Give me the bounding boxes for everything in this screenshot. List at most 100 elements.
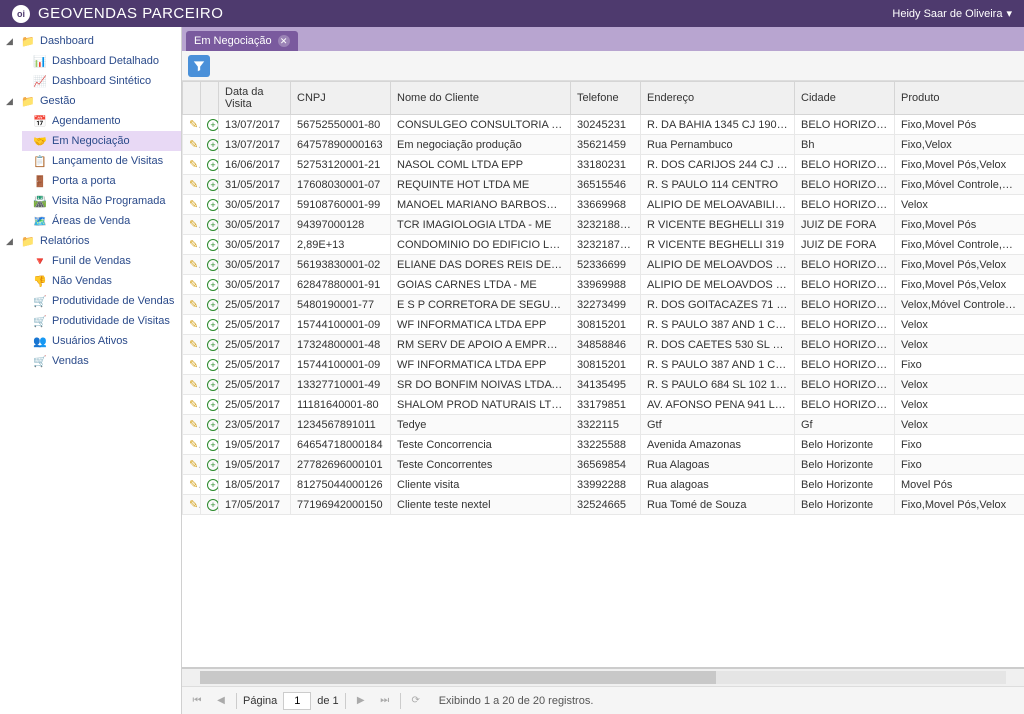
add-icon[interactable]: +	[207, 119, 219, 131]
add-icon[interactable]: +	[207, 319, 219, 331]
collapse-icon[interactable]: ◢	[6, 96, 16, 107]
add-icon[interactable]: +	[207, 439, 219, 451]
sidebar-item-vendas[interactable]: 🛒 Vendas	[22, 351, 181, 371]
add-icon[interactable]: +	[207, 219, 219, 231]
sidebar-item-visita-nao[interactable]: 🛣️ Visita Não Programada	[22, 191, 181, 211]
col-endereco[interactable]: Endereço	[641, 82, 795, 115]
table-row[interactable]: ✎+19/05/201764654718000184Teste Concorre…	[183, 435, 1024, 455]
edit-icon[interactable]: ✎	[189, 119, 201, 131]
edit-icon[interactable]: ✎	[189, 499, 201, 511]
sidebar-item-dashboard-detalhado[interactable]: 📊 Dashboard Detalhado	[22, 51, 181, 71]
add-icon[interactable]: +	[207, 399, 219, 411]
col-produto[interactable]: Produto	[895, 82, 1024, 115]
sidebar-item-prod-vendas[interactable]: 🛒 Produtividade de Vendas	[22, 291, 181, 311]
edit-icon[interactable]: ✎	[189, 379, 201, 391]
table-row[interactable]: ✎+17/05/201777196942000150Cliente teste …	[183, 495, 1024, 515]
edit-icon[interactable]: ✎	[189, 279, 201, 291]
last-page-button[interactable]: ⏭	[376, 692, 394, 710]
sidebar-item-funil[interactable]: 🔻 Funil de Vendas	[22, 251, 181, 271]
edit-icon[interactable]: ✎	[189, 399, 201, 411]
table-row[interactable]: ✎+25/05/201715744100001-09WF INFORMATICA…	[183, 315, 1024, 335]
edit-icon[interactable]: ✎	[189, 439, 201, 451]
edit-icon[interactable]: ✎	[189, 179, 201, 191]
col-telefone[interactable]: Telefone	[571, 82, 641, 115]
sidebar-item-dashboard[interactable]: ◢ 📁 Dashboard	[0, 31, 181, 51]
add-icon[interactable]: +	[207, 299, 219, 311]
sidebar-item-nao-vendas[interactable]: 👎 Não Vendas	[22, 271, 181, 291]
add-icon[interactable]: +	[207, 179, 219, 191]
add-icon[interactable]: +	[207, 479, 219, 491]
add-icon[interactable]: +	[207, 359, 219, 371]
sidebar-item-em-negociacao[interactable]: 🤝 Em Negociação	[22, 131, 181, 151]
table-row[interactable]: ✎+13/07/201764757890000163Em negociação …	[183, 135, 1024, 155]
filter-button[interactable]	[188, 55, 210, 77]
add-icon[interactable]: +	[207, 419, 219, 431]
table-row[interactable]: ✎+25/05/201715744100001-09WF INFORMATICA…	[183, 355, 1024, 375]
add-icon[interactable]: +	[207, 259, 219, 271]
refresh-button[interactable]: ⟳	[407, 692, 425, 710]
edit-icon[interactable]: ✎	[189, 259, 201, 271]
prev-page-button[interactable]: ◀	[212, 692, 230, 710]
col-nome[interactable]: Nome do Cliente	[391, 82, 571, 115]
add-icon[interactable]: +	[207, 159, 219, 171]
edit-icon[interactable]: ✎	[189, 139, 201, 151]
table-row[interactable]: ✎+16/06/201752753120001-21NASOL COML LTD…	[183, 155, 1024, 175]
sidebar-item-lancamento[interactable]: 📋 Lançamento de Visitas	[22, 151, 181, 171]
edit-icon[interactable]: ✎	[189, 239, 201, 251]
edit-icon[interactable]: ✎	[189, 479, 201, 491]
sidebar-item-usuarios[interactable]: 👥 Usuários Ativos	[22, 331, 181, 351]
add-icon[interactable]: +	[207, 239, 219, 251]
add-icon[interactable]: +	[207, 499, 219, 511]
edit-icon[interactable]: ✎	[189, 299, 201, 311]
table-row[interactable]: ✎+31/05/201717608030001-07REQUINTE HOT L…	[183, 175, 1024, 195]
col-data-visita[interactable]: Data da Visita	[219, 82, 291, 115]
edit-icon[interactable]: ✎	[189, 459, 201, 471]
first-page-button[interactable]: ⏮	[188, 692, 206, 710]
table-row[interactable]: ✎+30/05/201762847880001-91GOIAS CARNES L…	[183, 275, 1024, 295]
edit-icon[interactable]: ✎	[189, 339, 201, 351]
next-page-button[interactable]: ▶	[352, 692, 370, 710]
add-icon[interactable]: +	[207, 339, 219, 351]
page-input[interactable]	[283, 692, 311, 710]
add-icon[interactable]: +	[207, 459, 219, 471]
table-row[interactable]: ✎+25/05/20175480190001-77E S P CORRETORA…	[183, 295, 1024, 315]
table-row[interactable]: ✎+23/05/20171234567891011Tedye3322115Gtf…	[183, 415, 1024, 435]
edit-icon[interactable]: ✎	[189, 419, 201, 431]
close-icon[interactable]: ✕	[278, 35, 290, 47]
table-row[interactable]: ✎+18/05/201781275044000126Cliente visita…	[183, 475, 1024, 495]
sidebar-item-areas[interactable]: 🗺️ Áreas de Venda	[22, 211, 181, 231]
edit-icon[interactable]: ✎	[189, 359, 201, 371]
table-row[interactable]: ✎+30/05/20172,89E+13CONDOMINIO DO EDIFIC…	[183, 235, 1024, 255]
col-cidade[interactable]: Cidade	[795, 82, 895, 115]
add-icon[interactable]: +	[207, 279, 219, 291]
sidebar-item-porta[interactable]: 🚪 Porta a porta	[22, 171, 181, 191]
add-icon[interactable]: +	[207, 199, 219, 211]
user-menu[interactable]: Heidy Saar de Oliveira ▾	[892, 7, 1012, 20]
edit-icon[interactable]: ✎	[189, 199, 201, 211]
table-row[interactable]: ✎+30/05/201759108760001-99MANOEL MARIANO…	[183, 195, 1024, 215]
table-row[interactable]: ✎+19/05/201727782696000101Teste Concorre…	[183, 455, 1024, 475]
col-cnpj[interactable]: CNPJ	[291, 82, 391, 115]
scrollbar-thumb[interactable]	[200, 671, 716, 684]
sidebar-item-gestao[interactable]: ◢ 📁 Gestão	[0, 91, 181, 111]
edit-icon[interactable]: ✎	[189, 159, 201, 171]
table-row[interactable]: ✎+25/05/201713327710001-49SR DO BONFIM N…	[183, 375, 1024, 395]
sidebar-item-relatorios[interactable]: ◢ 📁 Relatórios	[0, 231, 181, 251]
collapse-icon[interactable]: ◢	[6, 236, 16, 247]
collapse-icon[interactable]: ◢	[6, 36, 16, 47]
table-row[interactable]: ✎+30/05/201794397000128TCR IMAGIOLOGIA L…	[183, 215, 1024, 235]
table-row[interactable]: ✎+25/05/201711181640001-80SHALOM PROD NA…	[183, 395, 1024, 415]
tab-em-negociacao[interactable]: Em Negociação ✕	[186, 31, 298, 51]
edit-icon[interactable]: ✎	[189, 319, 201, 331]
add-icon[interactable]: +	[207, 379, 219, 391]
edit-icon[interactable]: ✎	[189, 219, 201, 231]
sidebar-item-agendamento[interactable]: 📅 Agendamento	[22, 111, 181, 131]
horizontal-scrollbar[interactable]	[182, 668, 1024, 686]
table-row[interactable]: ✎+13/07/201756752550001-80CONSULGEO CONS…	[183, 115, 1024, 135]
add-icon[interactable]: +	[207, 139, 219, 151]
grid-scroll[interactable]: Data da Visita CNPJ Nome do Cliente Tele…	[182, 81, 1024, 668]
sidebar-item-prod-visitas[interactable]: 🛒 Produtividade de Visitas	[22, 311, 181, 331]
table-row[interactable]: ✎+25/05/201717324800001-48RM SERV DE APO…	[183, 335, 1024, 355]
table-row[interactable]: ✎+30/05/201756193830001-02ELIANE DAS DOR…	[183, 255, 1024, 275]
sidebar-item-dashboard-sintetico[interactable]: 📈 Dashboard Sintético	[22, 71, 181, 91]
